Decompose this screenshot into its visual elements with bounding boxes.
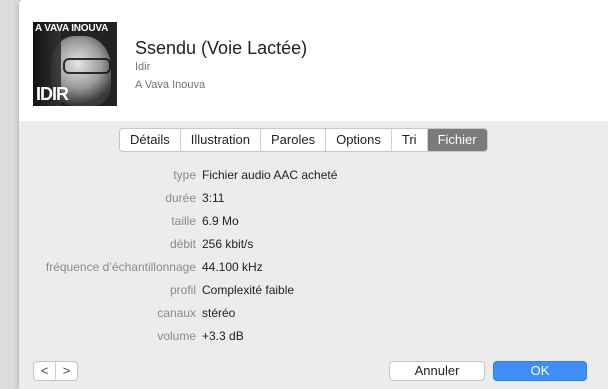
info-value: Complexité faible bbox=[202, 283, 295, 297]
track-title: Ssendu (Voie Lactée) bbox=[135, 38, 308, 58]
track-nav: < > bbox=[33, 361, 78, 381]
next-track-button[interactable]: > bbox=[55, 362, 77, 380]
info-row-bitrate: débit 256 kbit/s bbox=[19, 237, 608, 255]
info-row-volume: volume +3.3 dB bbox=[19, 329, 608, 347]
tab-lyrics[interactable]: Paroles bbox=[260, 129, 325, 151]
info-label: taille bbox=[171, 214, 196, 228]
info-value: 6.9 Mo bbox=[202, 214, 239, 228]
info-row-duration: durée 3:11 bbox=[19, 191, 608, 209]
album-artwork: A VAVA INOUVA IDIR bbox=[33, 22, 117, 106]
track-info-window: A VAVA INOUVA IDIR Ssendu (Voie Lactée) … bbox=[19, 0, 608, 389]
info-label: débit bbox=[169, 237, 196, 251]
info-label: profil bbox=[169, 283, 196, 297]
info-value: Fichier audio AAC acheté bbox=[202, 168, 338, 182]
info-row-type: type Fichier audio AAC acheté bbox=[19, 168, 608, 186]
info-label: canaux bbox=[157, 306, 196, 320]
info-row-channels: canaux stéréo bbox=[19, 306, 608, 324]
cancel-button[interactable]: Annuler bbox=[389, 361, 485, 381]
info-value: 256 kbit/s bbox=[202, 237, 254, 251]
tab-options[interactable]: Options bbox=[325, 129, 391, 151]
info-label: fréquence d’échantillonnage bbox=[45, 260, 196, 274]
info-value: +3.3 dB bbox=[202, 329, 244, 343]
info-label: type bbox=[173, 168, 196, 182]
info-row-size: taille 6.9 Mo bbox=[19, 214, 608, 232]
track-album: A Vava Inouva bbox=[135, 79, 206, 91]
artwork-artist-text: IDIR bbox=[36, 84, 69, 104]
info-row-profile: profil Complexité faible bbox=[19, 283, 608, 301]
artwork-album-text: A VAVA INOUVA bbox=[35, 23, 109, 34]
ok-button[interactable]: OK bbox=[493, 361, 587, 381]
tab-artwork[interactable]: Illustration bbox=[179, 129, 260, 151]
tab-sorting[interactable]: Tri bbox=[390, 129, 427, 151]
tab-bar: Détails Illustration Paroles Options Tri… bbox=[119, 128, 488, 152]
info-header: A VAVA INOUVA IDIR Ssendu (Voie Lactée) … bbox=[19, 0, 608, 121]
info-value: 3:11 bbox=[202, 191, 225, 205]
tab-file[interactable]: Fichier bbox=[426, 129, 487, 151]
tab-details[interactable]: Détails bbox=[120, 129, 180, 151]
info-label: durée bbox=[165, 191, 196, 205]
info-label: volume bbox=[157, 329, 196, 343]
artwork-glasses bbox=[63, 58, 111, 74]
info-value: stéréo bbox=[202, 306, 236, 320]
info-row-sample-rate: fréquence d’échantillonnage 44.100 kHz bbox=[19, 260, 608, 278]
info-content: Détails Illustration Paroles Options Tri… bbox=[19, 121, 608, 389]
info-value: 44.100 kHz bbox=[202, 260, 263, 274]
previous-track-button[interactable]: < bbox=[34, 362, 55, 380]
track-artist: Idir bbox=[135, 61, 151, 73]
